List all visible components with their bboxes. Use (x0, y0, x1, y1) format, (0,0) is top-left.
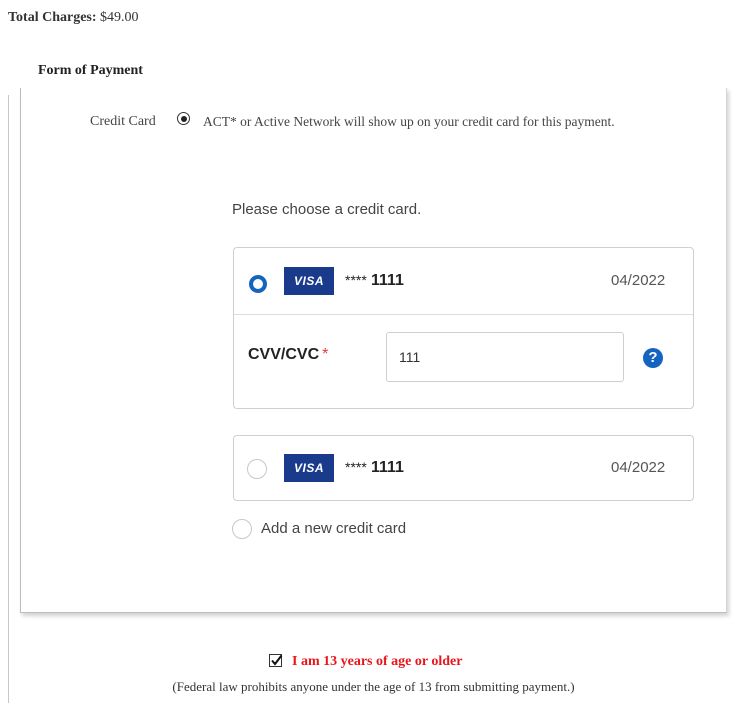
card-2-last4: 1111 (370, 459, 404, 476)
card-1-last4: 1111 (370, 272, 404, 289)
form-of-payment-title: Form of Payment (38, 63, 143, 78)
card-2-expiry: 04/2022 (611, 459, 666, 476)
visa-logo-icon: VISA (284, 267, 334, 295)
saved-card-option-2[interactable]: VISA **** 1111 04/2022 (233, 435, 694, 501)
total-charges-amount: $49.00 (100, 10, 139, 25)
total-charges: Total Charges: $49.00 (8, 10, 139, 26)
card-1-number: **** 1111 (345, 272, 404, 290)
cvv-label: CVV/CVC * (248, 346, 328, 364)
add-new-card-radio[interactable] (232, 519, 252, 539)
credit-card-radio[interactable] (177, 112, 190, 125)
cvv-label-text: CVV/CVC (248, 346, 320, 363)
age-law-note: (Federal law prohibits anyone under the … (172, 679, 575, 694)
check-icon (271, 654, 283, 666)
saved-card-option-1[interactable]: VISA **** 1111 04/2022 CVV/CVC* ? (233, 247, 694, 409)
add-new-card-label[interactable]: Add a new credit card (261, 520, 406, 537)
cvv-input[interactable] (386, 332, 624, 382)
card-1-expiry: 04/2022 (611, 272, 666, 289)
card-1-radio[interactable] (249, 275, 267, 293)
required-mark: * (322, 346, 329, 363)
age-confirmation-checkbox[interactable] (269, 654, 283, 667)
visa-logo-icon: VISA (284, 454, 334, 482)
card-2-radio[interactable] (247, 459, 267, 479)
question-circle-icon[interactable]: ? (643, 348, 663, 368)
card-2-number: **** 1111 (345, 459, 404, 477)
age-confirmation-label: I am 13 years of age or older (292, 654, 463, 669)
card-1-divider (234, 314, 693, 315)
card-2-mask: **** (345, 459, 367, 475)
credit-card-option-label: Credit Card (90, 114, 156, 129)
credit-card-statement-note: ACT* or Active Network will show up on y… (203, 114, 615, 129)
left-border-rule (8, 95, 9, 703)
total-charges-label: Total Charges: (8, 10, 97, 25)
card-1-mask: **** (345, 272, 367, 288)
choose-card-prompt: Please choose a credit card. (232, 201, 422, 218)
